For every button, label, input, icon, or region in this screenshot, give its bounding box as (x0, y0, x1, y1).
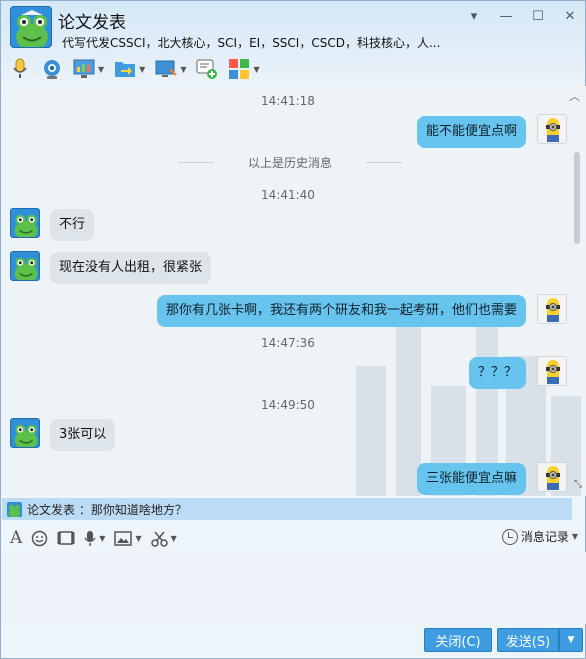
microphone-icon (9, 58, 31, 80)
chat-header: 论文发表 代写代发CSSCI，北大核心，SCI，EI，SSCI，CSCD，科技核… (1, 1, 585, 57)
my-avatar[interactable] (537, 114, 567, 144)
scissors-icon (150, 531, 168, 547)
screen-chart-icon (73, 58, 95, 80)
microphone-icon (84, 530, 96, 546)
input-toolbar: A ▼ ▼ ▼ 消息记录 ▼ (2, 525, 586, 551)
chevron-down-icon[interactable]: ▼ (135, 534, 141, 543)
resize-corner-icon[interactable]: ⤡ (574, 479, 582, 490)
font-button[interactable]: A (10, 528, 22, 548)
chevron-down-icon[interactable]: ▼ (572, 532, 578, 541)
message-bubble-outgoing[interactable]: 能不能便宜点啊 (416, 116, 526, 148)
chat-window: 论文发表 代写代发CSSCI，北大核心，SCI，EI，SSCI，CSCD，科技核… (0, 0, 586, 659)
contact-avatar-mini (7, 501, 22, 517)
maximize-icon[interactable]: ☐ (529, 7, 547, 25)
message-bubble-outgoing[interactable]: 那你有几张卡啊，我还有两个研友和我一起考研，他们也需要 (156, 295, 526, 327)
contact-avatar-small[interactable] (10, 418, 40, 448)
emoji-icon (32, 530, 48, 546)
film-icon (57, 531, 75, 545)
close-icon[interactable]: ✕ (561, 7, 579, 25)
history-divider: 以上是历史消息 (178, 154, 402, 171)
message-history-label: 消息记录 (520, 530, 569, 544)
clock-icon (501, 528, 518, 545)
message-bubble-incoming[interactable]: 不行 (50, 209, 95, 241)
my-avatar[interactable] (537, 294, 567, 324)
message-input[interactable] (2, 552, 586, 624)
chat-add-icon (196, 58, 218, 80)
chat-history[interactable]: ︿ ⤡ 14:41:18 能不能便宜点啊 以上是历史消息 14:41:40 不行… (2, 86, 586, 496)
chevron-down-icon[interactable]: ▼ (98, 65, 104, 74)
minimize-icon[interactable]: — (497, 7, 515, 25)
contact-avatar-small[interactable] (10, 251, 40, 281)
notice-text: 论文发表 ：那你知道啥地方？ (27, 502, 187, 517)
voice-call-button[interactable] (9, 58, 31, 80)
chevron-down-icon[interactable]: ▼ (253, 65, 259, 74)
share-screen-button[interactable]: ▼ (155, 58, 186, 80)
message-history-button[interactable]: 消息记录 ▼ (501, 528, 578, 545)
video-call-button[interactable] (41, 58, 63, 80)
new-message-notice[interactable]: 论文发表 ：那你知道啥地方？ (2, 498, 572, 520)
font-icon: A (10, 528, 23, 548)
screenshot-button[interactable]: ▼ (150, 530, 177, 547)
message-bubble-outgoing[interactable]: 三张能便宜点嘛 (416, 463, 526, 495)
message-bubble-incoming[interactable]: 现在没有人出租，很紧张 (50, 252, 212, 284)
contact-signature: 代写代发CSSCI，北大核心，SCI，EI，SSCI，CSCD，科技核心，人..… (62, 36, 441, 50)
chevron-down-icon[interactable]: ▼ (180, 65, 186, 74)
chat-scrollbar[interactable] (574, 152, 580, 244)
contact-name[interactable]: 论文发表 (58, 8, 126, 33)
voice-message-button[interactable]: ▼ (84, 530, 105, 547)
send-file-button[interactable]: ▼ (114, 58, 145, 80)
chevron-down-icon[interactable]: ▼ (139, 65, 145, 74)
apps-grid-icon (228, 58, 250, 80)
message-bubble-outgoing[interactable]: ？？？ (468, 357, 526, 389)
contact-avatar-small[interactable] (10, 208, 40, 238)
window-menu-icon[interactable]: ▾ (465, 7, 483, 25)
chevron-down-icon[interactable]: ▼ (171, 534, 177, 543)
chevron-down-icon[interactable]: ▼ (99, 534, 105, 543)
remote-assist-button[interactable]: ▼ (73, 58, 104, 80)
timestamp: 14:49:50 (261, 398, 315, 412)
emoji-button[interactable] (31, 530, 48, 547)
apps-button[interactable]: ▼ (228, 58, 260, 80)
image-icon (114, 530, 133, 546)
timestamp: 14:41:18 (261, 94, 315, 108)
my-avatar[interactable] (537, 462, 567, 492)
send-button[interactable]: 发送(S) (497, 628, 559, 652)
folder-arrow-icon (114, 58, 136, 80)
window-controls: ▾ — ☐ ✕ (465, 7, 579, 25)
send-options-dropdown[interactable]: ▼ (559, 628, 583, 652)
create-group-button[interactable] (196, 58, 218, 80)
screenshot-frame-button[interactable] (57, 530, 75, 546)
send-image-button[interactable]: ▼ (114, 530, 142, 546)
timestamp: 14:41:40 (261, 188, 315, 202)
contact-avatar[interactable] (10, 6, 52, 48)
message-bubble-incoming[interactable]: 3张可以 (50, 419, 116, 451)
timestamp: 14:47:36 (261, 336, 315, 350)
chat-toolbar: ▼ ▼ ▼ ▼ (1, 55, 585, 83)
my-avatar[interactable] (537, 356, 567, 386)
webcam-icon (41, 58, 63, 80)
monitor-share-icon (155, 58, 178, 80)
close-button[interactable]: 关闭(C) (424, 628, 492, 652)
